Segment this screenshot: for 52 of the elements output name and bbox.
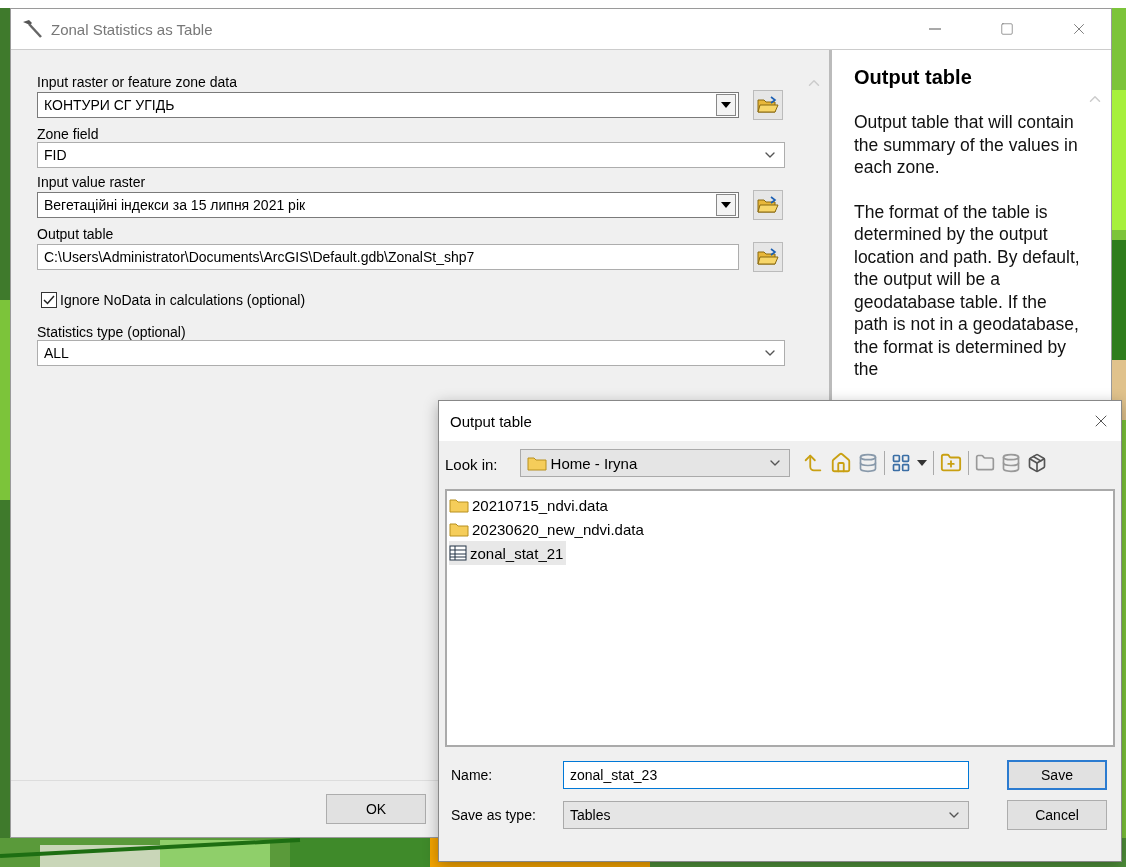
open-folder-icon xyxy=(757,96,779,114)
help-title: Output table xyxy=(854,66,973,89)
field-label: Input value raster xyxy=(37,174,147,190)
minimize-icon xyxy=(929,28,941,30)
folder-icon[interactable] xyxy=(974,453,995,473)
name-field[interactable]: zonal_stat_23 xyxy=(563,761,969,789)
view-menu-icon[interactable] xyxy=(890,453,911,473)
file-item[interactable]: 20210715_ndvi.data xyxy=(449,493,611,517)
folder-icon xyxy=(449,521,469,537)
file-item[interactable]: 20230620_new_ndvi.data xyxy=(449,517,647,541)
home-folder-icon xyxy=(526,455,547,471)
type-label: Save as type: xyxy=(451,807,537,823)
field-label: Zone field xyxy=(37,126,100,142)
dropdown-arrow-icon xyxy=(721,102,731,108)
hammer-icon xyxy=(21,19,43,39)
file-item[interactable]: zonal_stat_21 xyxy=(449,541,567,565)
combo-box[interactable]: КОНТУРИ СГ УГІДЬ xyxy=(37,92,739,118)
database-icon[interactable] xyxy=(857,453,878,473)
combo-box[interactable]: Вегетаційні індекси за 15 липня 2021 рік xyxy=(37,192,739,218)
window-title: Zonal Statistics as Table xyxy=(51,20,214,38)
look-in-label: Look in: xyxy=(445,455,498,473)
cancel-button[interactable]: Cancel xyxy=(1007,800,1107,830)
help-text: The format of the table is determined by the output location and path. By default, the output will be a geodatabase table. If the path is not in a geodatabase, the format is determined by the xyxy=(854,200,1080,381)
maximize-icon xyxy=(1000,22,1014,36)
open-folder-icon xyxy=(757,248,779,266)
save-button[interactable]: Save xyxy=(1007,760,1107,790)
toolbox-icon[interactable] xyxy=(1026,453,1047,473)
field-label: Statistics type (optional) xyxy=(37,324,187,340)
caret-icon[interactable] xyxy=(916,460,927,466)
dialog-title: Output table xyxy=(450,412,533,430)
dropdown[interactable]: FID xyxy=(37,142,785,168)
text-field[interactable]: C:\Users\Administrator\Documents\ArcGIS\Default.gdb\ZonalSt_shp7 xyxy=(37,244,739,270)
field-label: Output table xyxy=(37,226,115,242)
open-folder-icon xyxy=(757,196,779,214)
new-folder-icon[interactable] xyxy=(939,452,962,474)
browse-button[interactable] xyxy=(753,90,783,120)
browse-button[interactable] xyxy=(753,242,783,272)
ok-button[interactable]: OK xyxy=(326,794,426,824)
table-icon xyxy=(449,545,467,561)
checkbox[interactable] xyxy=(41,292,57,308)
home-icon[interactable] xyxy=(829,452,852,474)
database-icon[interactable] xyxy=(1000,453,1021,473)
dropdown-arrow-icon xyxy=(721,202,731,208)
checkbox-label: Ignore NoData in calculations (optional) xyxy=(60,292,306,308)
field-label: Input raster or feature zone data xyxy=(37,74,238,90)
dropdown[interactable]: ALL xyxy=(37,340,785,366)
look-in-dropdown[interactable]: Home - Iryna xyxy=(519,449,790,477)
type-dropdown[interactable]: Tables xyxy=(563,801,969,829)
help-text: Output table that will contain the summary of the values in each zone. xyxy=(854,111,1079,179)
name-label: Name: xyxy=(451,767,494,783)
folder-icon xyxy=(449,497,469,513)
browse-button[interactable] xyxy=(753,190,783,220)
